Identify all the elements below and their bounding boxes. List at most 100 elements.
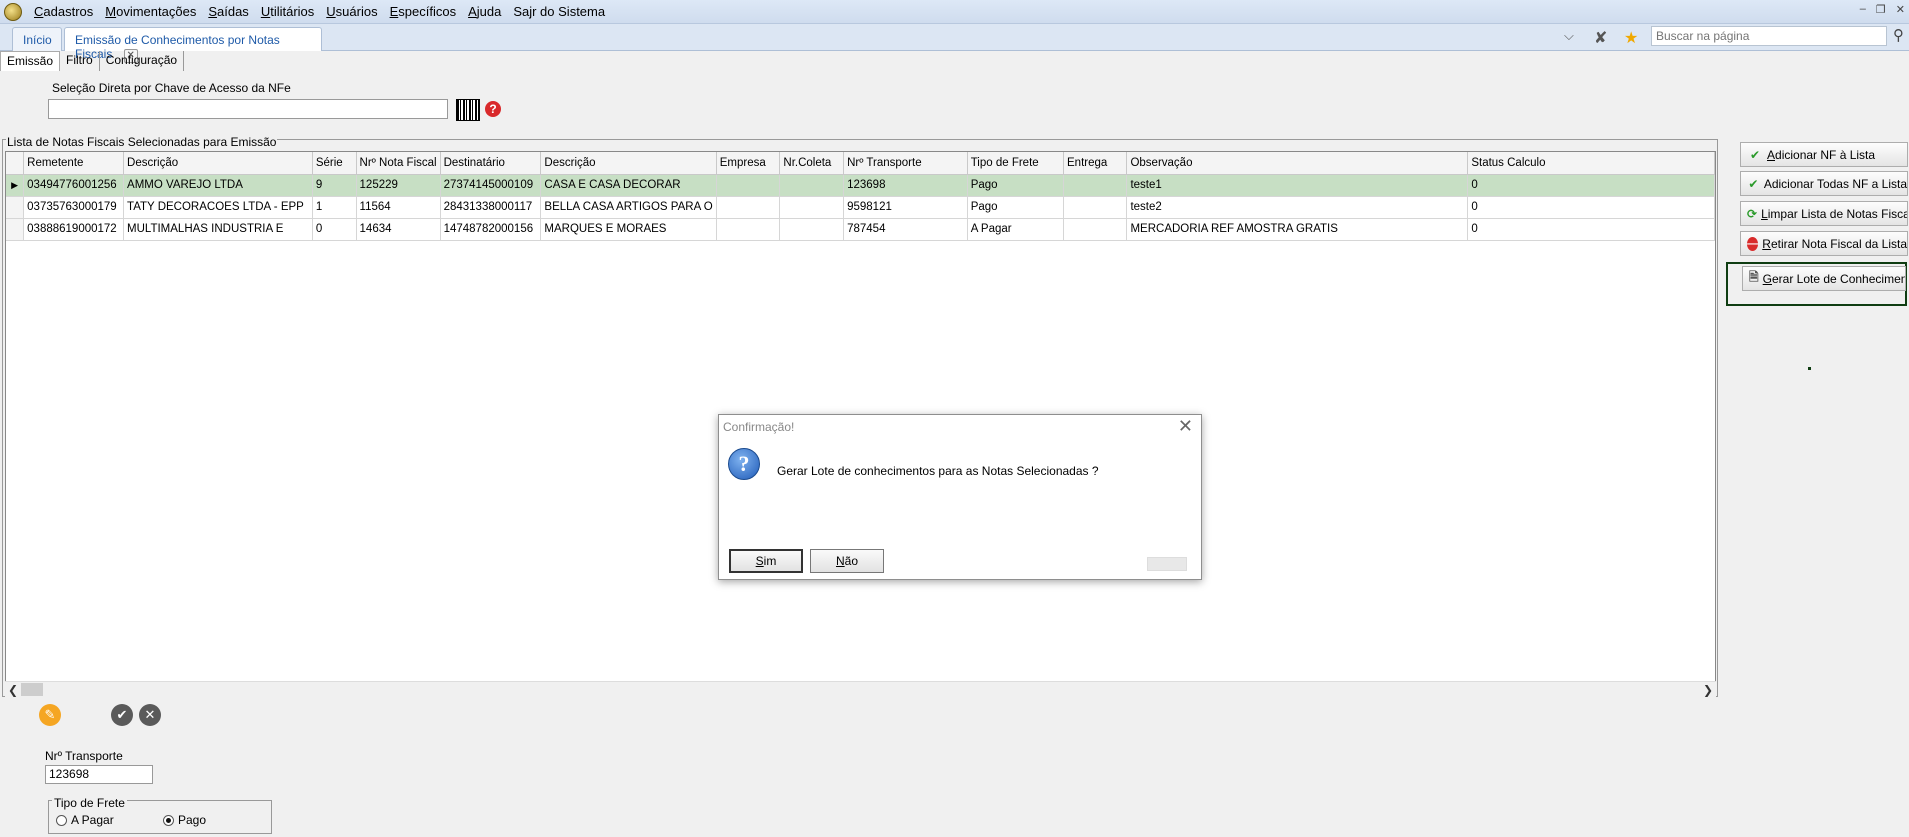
tab-emissao-conhecimentos[interactable]: Emissão de Conhecimentos por Notas Fisca…	[64, 27, 322, 63]
table-cell[interactable]	[779, 196, 845, 219]
menu-saidas[interactable]: Saídas	[202, 4, 254, 19]
table-row[interactable]: ▶ 03494776001256 AMMO VAREJO LTDA 9 125229 27…	[6, 174, 1715, 197]
chevron-down-icon[interactable]: ⌵	[1564, 28, 1574, 44]
confirm-button[interactable]: ✔	[111, 704, 133, 726]
column-header[interactable]: Entrega	[1063, 152, 1128, 175]
table-cell[interactable]: 123698	[843, 174, 968, 197]
barcode-icon[interactable]	[456, 99, 480, 121]
table-cell[interactable]	[1063, 196, 1128, 219]
table-cell[interactable]: 0	[1467, 174, 1715, 197]
table-cell[interactable]: 787454	[843, 218, 968, 241]
horizontal-scrollbar[interactable]: ❮ ❯	[5, 681, 1716, 697]
column-header[interactable]: Remetente	[23, 152, 125, 175]
menu-cadastros[interactable]: Cadastros	[28, 4, 99, 19]
column-header[interactable]: Descrição	[123, 152, 313, 175]
column-header[interactable]: Destinatário	[440, 152, 542, 175]
table-cell[interactable]: teste1	[1126, 174, 1469, 197]
generate-batch-button[interactable]: 🗎 Gerar Lote de Conhecimento	[1742, 266, 1906, 291]
remove-nf-button[interactable]: — Retirar Nota Fiscal da Lista	[1740, 231, 1908, 256]
table-cell[interactable]: Pago	[967, 196, 1065, 219]
table-cell[interactable]: 9	[312, 174, 357, 197]
clear-list-button[interactable]: ⟳ Limpar Lista de Notas Fiscais	[1740, 201, 1908, 226]
scroll-left-icon[interactable]: ❮	[8, 683, 18, 697]
table-cell[interactable]: teste2	[1126, 196, 1469, 219]
transport-input[interactable]: 123698	[45, 765, 153, 784]
unpin-icon[interactable]: ✘	[1594, 28, 1607, 48]
table-cell[interactable]: 03735763000179	[23, 196, 125, 219]
tab-inicio[interactable]: Início	[12, 27, 62, 51]
menu-ajuda[interactable]: Ajuda	[462, 4, 507, 19]
scrollbar-thumb[interactable]	[21, 683, 43, 696]
table-row[interactable]: 03888619000172 MULTIMALHAS INDUSTRIA E 0 14…	[6, 218, 1715, 241]
search-icon[interactable]: ⚲	[1893, 26, 1904, 44]
row-indicator[interactable]	[6, 196, 25, 219]
minimize-icon[interactable]: –	[1860, 3, 1866, 16]
table-cell[interactable]: 1	[312, 196, 357, 219]
table-cell[interactable]: TATY DECORACOES LTDA - EPP	[123, 196, 313, 219]
table-cell[interactable]: 0	[1467, 196, 1715, 219]
row-indicator[interactable]	[6, 218, 25, 241]
table-row[interactable]: 03735763000179 TATY DECORACOES LTDA - EPP…	[6, 196, 1715, 219]
table-cell[interactable]: 27374145000109	[440, 174, 542, 197]
table-cell[interactable]: 14748782000156	[440, 218, 542, 241]
scroll-right-icon[interactable]: ❯	[1703, 683, 1713, 697]
table-cell[interactable]: 0	[1467, 218, 1715, 241]
table-cell[interactable]	[716, 196, 781, 219]
column-header[interactable]: Empresa	[716, 152, 781, 175]
table-cell[interactable]	[1063, 218, 1128, 241]
column-header[interactable]: Descrição	[540, 152, 717, 175]
table-cell[interactable]: Pago	[967, 174, 1065, 197]
restore-icon[interactable]: ❐	[1876, 3, 1886, 16]
row-indicator[interactable]: ▶	[6, 174, 25, 197]
column-header[interactable]: Tipo de Frete	[967, 152, 1065, 175]
table-cell[interactable]: CASA E CASA DECORAR	[540, 174, 717, 197]
menu-usuarios[interactable]: Usuários	[320, 4, 383, 19]
column-header[interactable]: Nrº Transporte	[843, 152, 968, 175]
yes-button[interactable]: Sim	[729, 549, 803, 573]
tab-emissao[interactable]: Emissão	[0, 51, 61, 71]
nfe-key-input[interactable]	[48, 99, 448, 119]
menu-especificos[interactable]: Específicos	[384, 4, 462, 19]
table-cell[interactable]: 28431338000117	[440, 196, 542, 219]
freight-a-pagar-radio[interactable]: A Pagar	[56, 813, 114, 827]
column-header[interactable]: Nr.Coleta	[779, 152, 845, 175]
table-cell[interactable]: MULTIMALHAS INDUSTRIA E	[123, 218, 313, 241]
table-cell[interactable]: MARQUES E MORAES	[540, 218, 717, 241]
menu-utilitarios[interactable]: Utilitários	[255, 4, 320, 19]
table-cell[interactable]: 125229	[356, 174, 441, 197]
table-cell[interactable]: MERCADORIA REF AMOSTRA GRATIS	[1126, 218, 1469, 241]
close-window-icon[interactable]: ✕	[1896, 3, 1905, 16]
table-cell[interactable]	[716, 174, 781, 197]
column-header[interactable]: Status Calculo	[1467, 152, 1715, 175]
radio-pago-circle[interactable]	[163, 814, 174, 826]
edit-button[interactable]: ✎	[39, 704, 61, 726]
add-nf-button[interactable]: ✔ Adicionar NF à Lista	[1740, 142, 1908, 167]
menu-movimentacoes[interactable]: Movimentações	[99, 4, 202, 19]
tab-configuracao[interactable]: Configuração	[100, 51, 185, 71]
radio-a-pagar-circle[interactable]	[56, 814, 67, 826]
table-cell[interactable]: AMMO VAREJO LTDA	[123, 174, 313, 197]
search-input[interactable]	[1651, 26, 1887, 46]
column-header[interactable]: Série	[312, 152, 357, 175]
table-cell[interactable]: 9598121	[843, 196, 968, 219]
table-cell[interactable]: 0	[312, 218, 357, 241]
menu-sair[interactable]: Sajr do Sistema	[507, 4, 611, 19]
star-icon[interactable]: ★	[1624, 28, 1638, 48]
table-cell[interactable]: 03888619000172	[23, 218, 125, 241]
column-header[interactable]: Observação	[1126, 152, 1469, 175]
help-icon[interactable]: ?	[485, 101, 501, 117]
add-all-nf-button[interactable]: ✔ Adicionar Todas NF a Lista	[1740, 171, 1908, 196]
table-cell[interactable]: BELLA CASA ARTIGOS PARA O	[540, 196, 717, 219]
table-cell[interactable]	[716, 218, 781, 241]
tab-filtro[interactable]: Filtro	[60, 51, 100, 71]
no-button[interactable]: Não	[810, 549, 884, 573]
table-cell[interactable]	[1063, 174, 1128, 197]
table-cell[interactable]	[779, 218, 845, 241]
dialog-close-icon[interactable]: ✕	[1178, 416, 1193, 437]
table-cell[interactable]: 11564	[356, 196, 441, 219]
table-cell[interactable]: 14634	[356, 218, 441, 241]
cancel-button[interactable]: ✕	[139, 704, 161, 726]
table-cell[interactable]	[779, 174, 845, 197]
table-cell[interactable]: 03494776001256	[23, 174, 125, 197]
app-logo-icon[interactable]	[4, 2, 22, 21]
